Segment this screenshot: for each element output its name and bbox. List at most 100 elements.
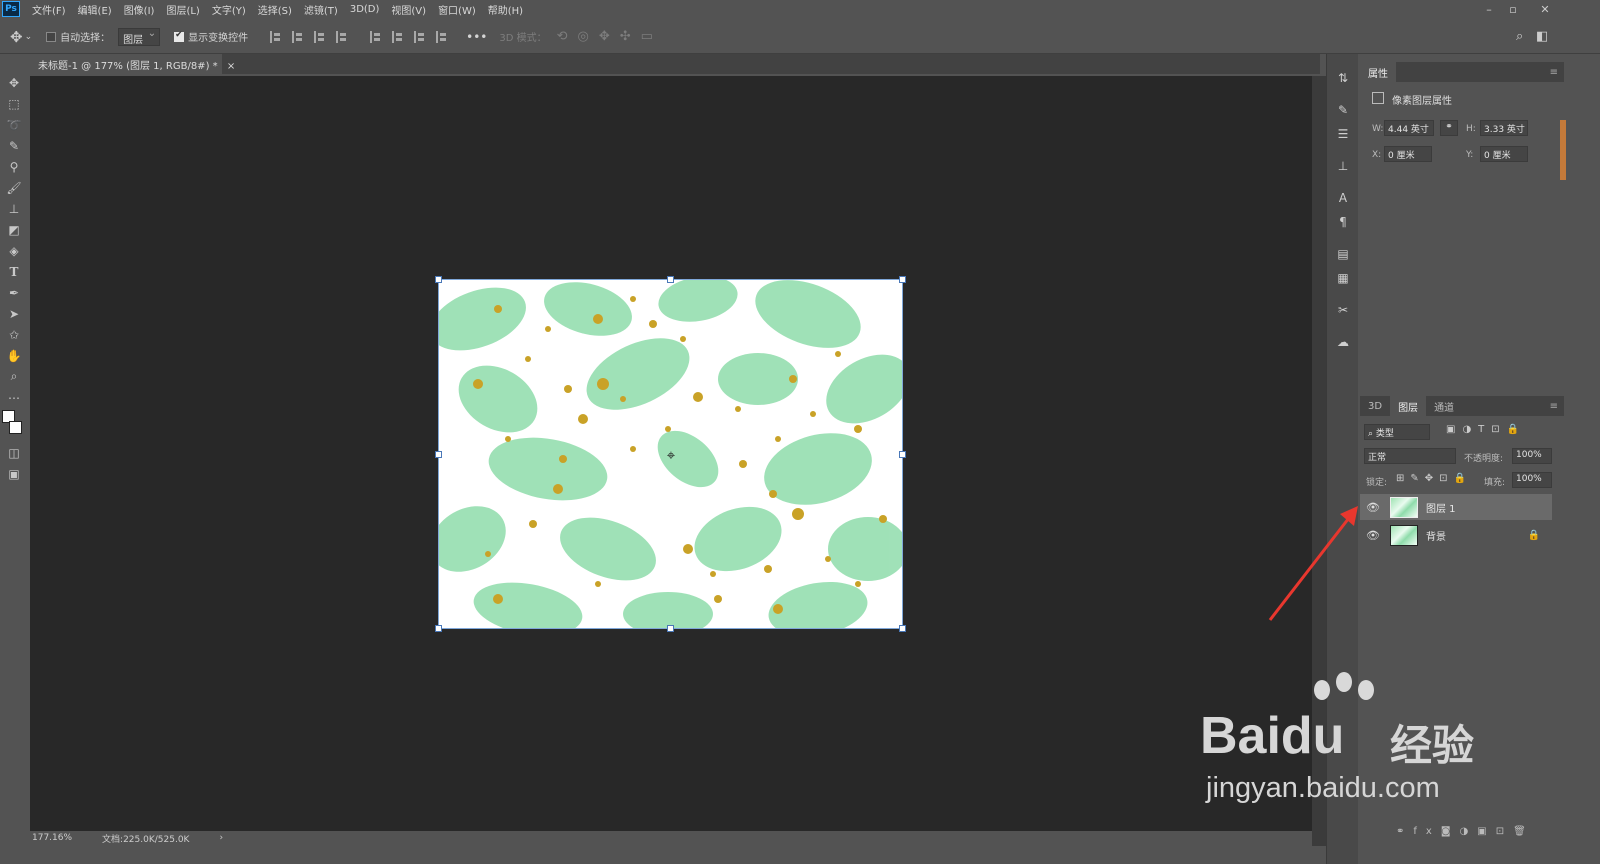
tool-preset-chevron-icon[interactable]: ⌄	[25, 32, 33, 42]
3d-pan-icon[interactable]: ✥	[599, 29, 610, 44]
link-proportions-icon[interactable]: ⚭	[1440, 120, 1458, 136]
restore-button[interactable]: ▫	[1502, 0, 1524, 18]
creative-cloud-icon[interactable]: ☁	[1327, 330, 1359, 354]
adjustments-icon[interactable]: ☰	[1327, 122, 1359, 146]
shape-tool-icon[interactable]: ✩	[0, 324, 28, 345]
align-hcenter-icon[interactable]	[292, 30, 303, 43]
type-tool-icon[interactable]: T	[0, 261, 28, 282]
transform-handle-right[interactable]	[899, 451, 906, 458]
transform-handle-top-right[interactable]	[899, 276, 906, 283]
screen-mode-icon[interactable]: ▣	[0, 463, 28, 484]
menu-type[interactable]: 文字(Y)	[212, 2, 246, 17]
document-tab[interactable]: 未标题-1 @ 177% (图层 1, RGB/8#) * ×	[30, 54, 235, 74]
layers-panel-menu-icon[interactable]: ≡	[1550, 401, 1558, 412]
more-options-button[interactable]: •••	[466, 30, 487, 44]
brush-settings-icon[interactable]: ✎	[1327, 98, 1359, 122]
color-swatches[interactable]	[0, 408, 28, 442]
auto-select-checkbox[interactable]	[46, 31, 57, 42]
workspace-icon[interactable]: ◧	[1536, 29, 1548, 44]
paragraph-panel-icon[interactable]: ¶	[1327, 210, 1359, 234]
zoom-level[interactable]: 177.16%	[32, 833, 72, 843]
clone-source-icon[interactable]: ⊥	[1327, 154, 1359, 178]
libraries-icon[interactable]: ▦	[1327, 266, 1359, 290]
menu-layer[interactable]: 图层(L)	[166, 2, 199, 17]
blend-mode-dropdown[interactable]: 正常	[1364, 448, 1456, 464]
eyedropper-tool-icon[interactable]: ⚲	[0, 156, 28, 177]
properties-panel-title[interactable]: 属性	[1360, 62, 1396, 82]
transform-handle-left[interactable]	[435, 451, 442, 458]
height-field[interactable]: 3.33 英寸	[1480, 120, 1528, 136]
tab-layers[interactable]: 图层	[1390, 396, 1427, 416]
lasso-tool-icon[interactable]: ➰	[0, 114, 28, 135]
zoom-tool-icon[interactable]: ⌕	[0, 366, 28, 387]
menu-window[interactable]: 窗口(W)	[438, 2, 476, 17]
stamp-tool-icon[interactable]: ⊥	[0, 198, 28, 219]
move-tool-icon[interactable]: ✥	[0, 72, 28, 93]
menu-filter[interactable]: 滤镜(T)	[304, 2, 338, 17]
distribute-vertical-icon[interactable]	[436, 30, 447, 43]
notes-icon[interactable]: ▤	[1327, 242, 1359, 266]
width-field[interactable]: 4.44 英寸	[1384, 120, 1434, 136]
menu-help[interactable]: 帮助(H)	[488, 2, 523, 17]
distribute-icon[interactable]	[336, 30, 347, 43]
layer-name[interactable]: 背景	[1426, 528, 1446, 543]
y-field[interactable]: 0 厘米	[1480, 146, 1528, 162]
align-top-icon[interactable]	[370, 30, 381, 43]
background-color-swatch[interactable]	[9, 421, 22, 434]
transform-handle-bottom-right[interactable]	[899, 625, 906, 632]
transform-handle-top-left[interactable]	[435, 276, 442, 283]
tab-channels[interactable]: 通道	[1426, 396, 1462, 416]
close-tab-icon[interactable]: ×	[227, 61, 235, 72]
opacity-field[interactable]: 100%	[1512, 448, 1552, 464]
character-panel-icon[interactable]: A	[1327, 186, 1359, 210]
3d-roll-icon[interactable]: ◎	[578, 29, 589, 44]
3d-orbit-icon[interactable]: ⟲	[557, 29, 568, 44]
close-button[interactable]: ✕	[1534, 0, 1556, 18]
quick-select-tool-icon[interactable]: ✎	[0, 135, 28, 156]
lock-options-icons[interactable]: ⊞✎✥⊡🔒	[1396, 473, 1472, 484]
align-right-icon[interactable]	[314, 30, 325, 43]
move-tool-icon[interactable]: ✥	[10, 28, 23, 46]
auto-select-dropdown[interactable]: 图层	[118, 27, 161, 46]
menu-image[interactable]: 图像(I)	[124, 2, 155, 17]
tools-preset-icon[interactable]: ✂	[1327, 298, 1359, 322]
history-panel-icon[interactable]: ⇅	[1327, 66, 1359, 90]
menu-3d[interactable]: 3D(D)	[350, 4, 380, 15]
layer-filter-icons[interactable]: ▣◑T⊡🔒	[1446, 424, 1526, 435]
x-field[interactable]: 0 厘米	[1384, 146, 1432, 162]
layer-row-layer1[interactable]: 👁 图层 1	[1360, 494, 1552, 520]
panel-scrollbar[interactable]	[1560, 120, 1566, 180]
hand-tool-icon[interactable]: ✋	[0, 345, 28, 366]
minimize-button[interactable]: –	[1478, 0, 1500, 18]
status-expand-icon[interactable]: ›	[219, 833, 223, 843]
align-vcenter-icon[interactable]	[392, 30, 403, 43]
show-transform-checkbox[interactable]	[174, 30, 185, 42]
tab-3d[interactable]: 3D	[1360, 396, 1390, 416]
align-bottom-icon[interactable]	[414, 30, 425, 43]
paint-bucket-tool-icon[interactable]: ◈	[0, 240, 28, 261]
align-left-icon[interactable]	[270, 30, 281, 43]
quick-mask-icon[interactable]: ◫	[0, 442, 28, 463]
3d-slide-icon[interactable]: ✣	[620, 29, 631, 44]
transform-handle-top[interactable]	[667, 276, 674, 283]
layer-name[interactable]: 图层 1	[1426, 500, 1456, 515]
search-icon[interactable]: ⌕	[1516, 29, 1523, 44]
layer-row-background[interactable]: 👁 背景 🔒	[1360, 522, 1552, 548]
canvas-scrollbar[interactable]	[1312, 76, 1326, 846]
menu-select[interactable]: 选择(S)	[258, 2, 292, 17]
path-select-tool-icon[interactable]: ➤	[0, 303, 28, 324]
3d-camera-icon[interactable]: ▭	[641, 29, 653, 44]
transform-handle-bottom-left[interactable]	[435, 625, 442, 632]
fill-field[interactable]: 100%	[1512, 472, 1552, 488]
layer-filter-dropdown[interactable]: ⌕ 类型	[1364, 424, 1430, 440]
eraser-tool-icon[interactable]: ◩	[0, 219, 28, 240]
menu-view[interactable]: 视图(V)	[391, 2, 426, 17]
transform-handle-bottom[interactable]	[667, 625, 674, 632]
menu-file[interactable]: 文件(F)	[32, 2, 66, 17]
menu-edit[interactable]: 编辑(E)	[78, 2, 112, 17]
panel-menu-icon[interactable]: ≡	[1550, 67, 1558, 78]
more-tools-icon[interactable]: ⋯	[0, 387, 28, 408]
pen-tool-icon[interactable]: ✒	[0, 282, 28, 303]
marquee-tool-icon[interactable]: ⬚	[0, 93, 28, 114]
layers-footer-icons[interactable]: ⚭fx◙◑▣⊡🗑	[1396, 826, 1535, 837]
